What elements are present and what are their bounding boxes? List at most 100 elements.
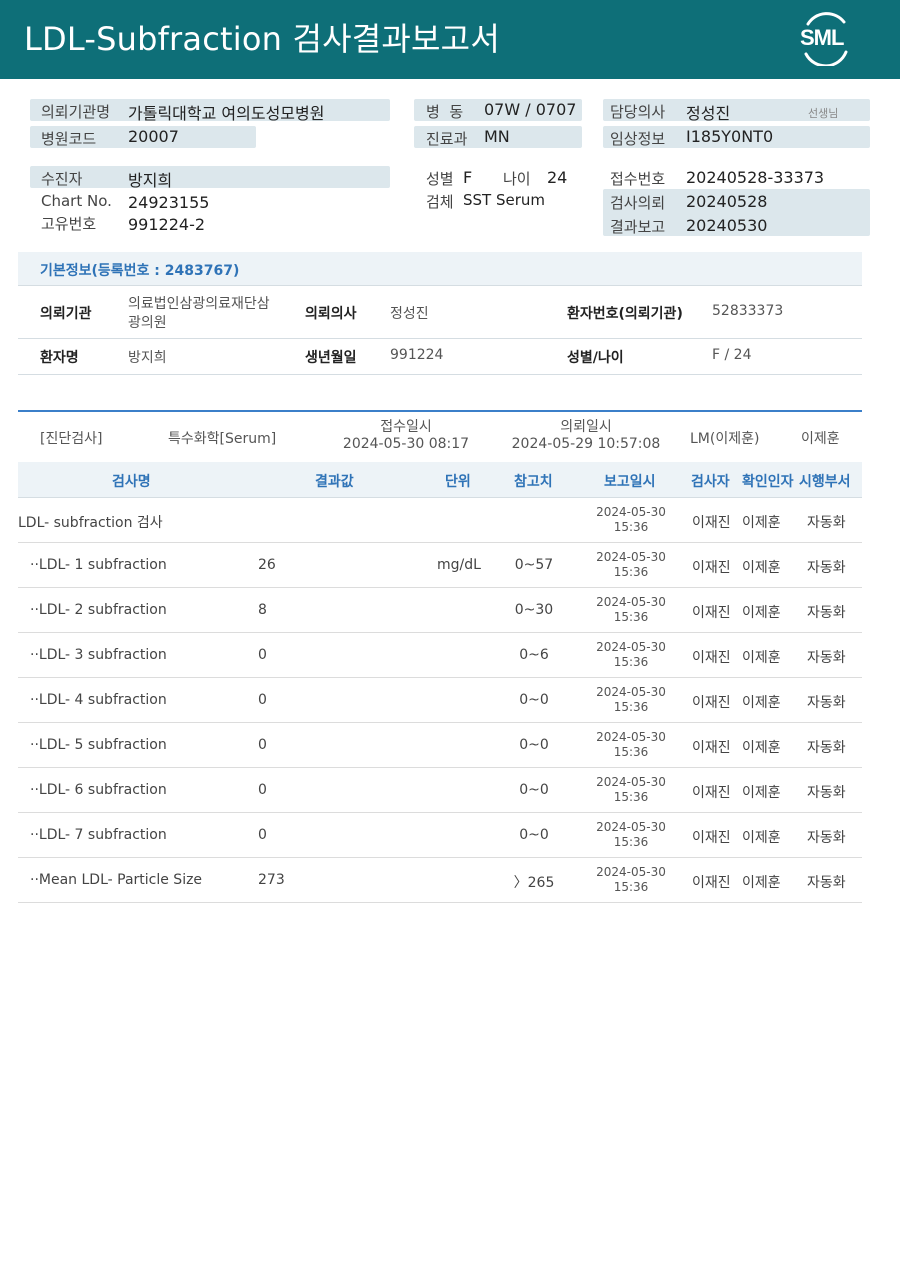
report-datetime-cell: 2024-05-30 15:36 [591,820,671,850]
requesting-doctor-key: 의뢰의사 [305,306,357,322]
test-name-cell: ··LDL- 6 subfraction [30,782,167,798]
table-row: ··LDL- 7 subfraction 0 0~0 이재진 이제훈 자동화 2024-05… [18,813,862,858]
reference-cell: 0~6 [519,647,549,663]
col-result: 결과값 [315,474,354,490]
test-name-cell: ··LDL- 1 subfraction [30,557,167,573]
department-cell: 자동화 [807,515,846,531]
requesting-doctor-value: 정성진 [390,306,429,322]
tester-cell: 이재진 [692,875,731,891]
birthdate-value: 991224 [390,347,444,363]
patient-name-band [30,166,390,188]
report-date: 2024-05-30 [596,730,666,744]
ward-value: 07W / 0707 [484,100,577,119]
dept-label: 진료과 [426,130,468,148]
verifier-cell: 이제훈 [742,650,781,666]
patient-name-value: 방지희 [128,171,173,190]
table-row: ··LDL- 2 subfraction 8 0~30 이재진 이제훈 자동화 2024-0… [18,588,862,633]
patient-number-key: 환자번호(의뢰기관) [567,306,683,322]
diagnosis-type: 특수화학[Serum] [168,431,277,447]
department-cell: 자동화 [807,740,846,756]
report-date: 2024-05-30 [596,685,666,699]
ward-label: 병 동 [426,103,464,121]
table-row: ··LDL- 6 subfraction 0 0~0 이재진 이제훈 자동화 2024-05… [18,768,862,813]
unique-label: 고유번호 [41,215,97,233]
specimen-label: 검체 [426,193,454,211]
result-report-value: 20240530 [686,216,768,235]
diagnosis-request-time: 2024-05-29 10:57:08 [511,436,661,452]
patient-name-key: 환자명 [40,350,79,366]
requesting-institution-value-line2: 광의원 [128,315,167,331]
diagnosis-line: [진단검사] 특수화학[Serum] 접수일시 2024-05-30 08:17… [18,410,862,462]
hospital-code-value: 20007 [128,127,179,146]
specimen-value: SST Serum [463,191,546,209]
verifier-cell: 이제훈 [742,830,781,846]
tester-cell: 이재진 [692,650,731,666]
test-name-cell: LDL- subfraction 검사 [18,515,163,531]
table-row: ··LDL- 5 subfraction 0 0~0 이재진 이제훈 자동화 2024-05… [18,723,862,768]
report-date: 2024-05-30 [596,550,666,564]
report-time: 15:36 [613,655,649,669]
logo-text: SML [800,25,844,50]
sml-logo: SML [796,12,854,66]
test-name-cell: ··LDL- 4 subfraction [30,692,167,708]
patient-name-label: 수진자 [41,170,83,188]
requesting-institution-value-line1: 의료법인삼광의료재단삼 [128,296,270,312]
receipt-value: 20240528-33373 [686,168,825,187]
tester-cell: 이재진 [692,740,731,756]
report-date: 2024-05-30 [596,640,666,654]
result-cell: 8 [258,602,267,618]
col-tester: 검사자 [691,474,730,490]
reference-cell: 〉265 [513,875,555,891]
doctor-value: 정성진 [686,104,731,123]
verifier-cell: 이제훈 [742,560,781,576]
sex-age-key: 성별/나이 [567,350,624,366]
birthdate-key: 생년월일 [305,350,357,366]
department-cell: 자동화 [807,605,846,621]
patient-name-info-value: 방지희 [128,350,167,366]
test-name-cell: ··LDL- 5 subfraction [30,737,167,753]
diagnosis-receipt: 접수일시 2024-05-30 08:17 [336,419,476,453]
hospital-code-label: 병원코드 [41,130,97,148]
table-row: ··LDL- 3 subfraction 0 0~6 이재진 이제훈 자동화 2024-05… [18,633,862,678]
report-date: 2024-05-30 [596,505,666,519]
report-header: LDL-Subfraction 검사결과보고서 SML [0,0,900,79]
result-cell: 0 [258,737,267,753]
report-datetime-cell: 2024-05-30 15:36 [591,865,671,895]
report-time: 15:36 [613,520,649,534]
test-name-cell: ··LDL- 7 subfraction [30,827,167,843]
table-row: ··LDL- 1 subfraction 26 mg/dL 0~57 이재진 이제훈 자동화… [18,543,862,588]
report-datetime-cell: 2024-05-30 15:36 [591,595,671,625]
clinical-value: I185Y0NT0 [686,127,774,146]
col-reference: 참고치 [514,474,553,490]
results-table-header: 검사명 결과값 단위 참고치 보고일시 검사자 확인인자 시행부서 [18,462,862,498]
tester-cell: 이재진 [692,830,731,846]
result-cell: 0 [258,692,267,708]
table-row: ··LDL- 4 subfraction 0 0~0 이재진 이제훈 자동화 2024-05… [18,678,862,723]
col-test-name: 검사명 [112,474,151,490]
department-cell: 자동화 [807,875,846,891]
result-cell: 0 [258,782,267,798]
test-name-cell: ··Mean LDL- Particle Size [30,872,203,888]
report-time: 15:36 [613,880,649,894]
tester-cell: 이재진 [692,605,731,621]
verifier-cell: 이제훈 [742,515,781,531]
report-datetime-cell: 2024-05-30 15:36 [591,730,671,760]
result-cell: 26 [258,557,276,573]
reference-cell: 0~30 [514,602,554,618]
chart-label: Chart No. [41,192,112,210]
basic-info-heading: 기본정보(등록번호 : 2483767) [18,252,862,286]
reference-cell: 0~0 [519,827,549,843]
tester-cell: 이재진 [692,560,731,576]
basic-info-row-1: 의뢰기관 의료법인삼광의료재단삼 광의원 의뢰의사 정성진 환자번호(의뢰기관)… [18,286,862,339]
sex-age-value: F / 24 [712,347,752,363]
diagnosis-lm: LM(이제훈) [690,431,760,447]
report-datetime-cell: 2024-05-30 15:36 [591,775,671,805]
department-cell: 자동화 [807,560,846,576]
reference-cell: 0~57 [514,557,554,573]
report-date: 2024-05-30 [596,865,666,879]
sex-value: F [463,168,473,187]
requesting-institution-key: 의뢰기관 [40,306,92,322]
test-request-value: 20240528 [686,192,768,211]
verifier-cell: 이제훈 [742,605,781,621]
table-row: ··Mean LDL- Particle Size 273 〉265 이재진 이제훈 자동… [18,858,862,903]
